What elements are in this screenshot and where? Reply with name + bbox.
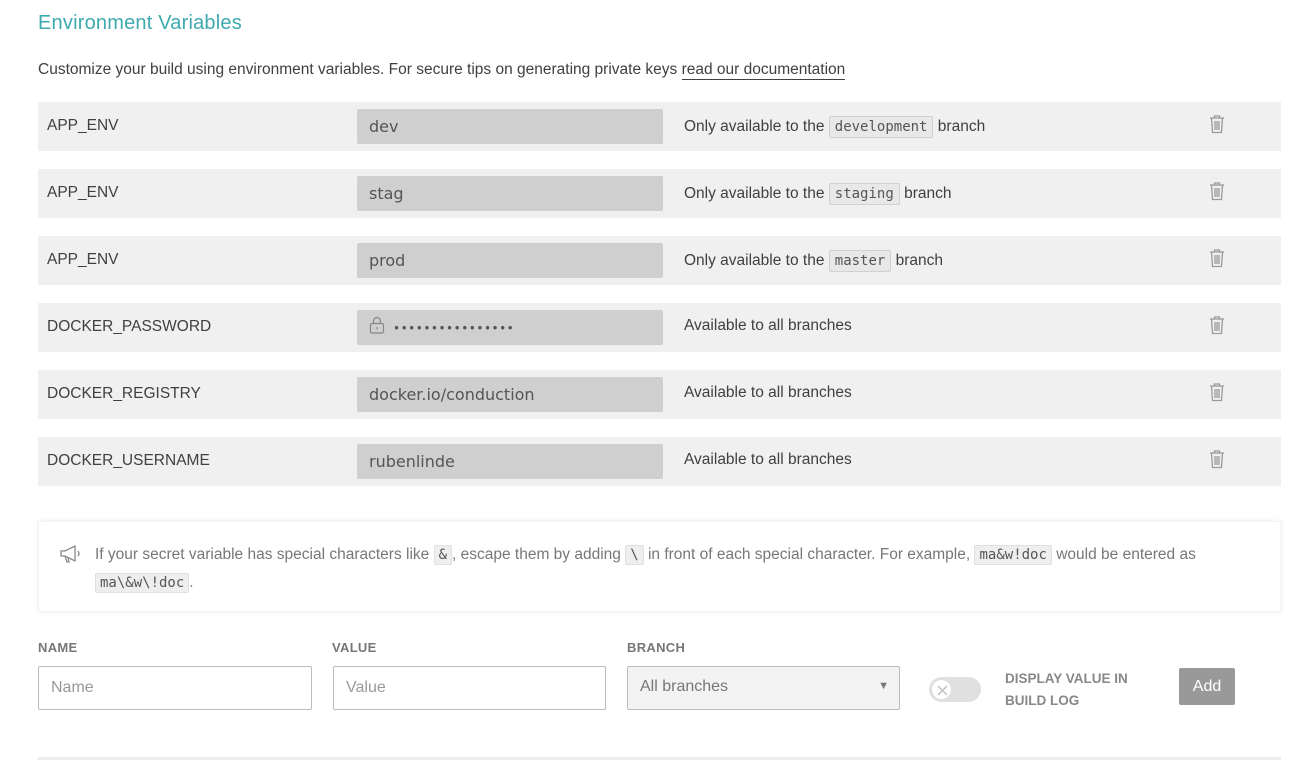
branch-select[interactable]: All branches ▼ — [627, 666, 900, 710]
variable-row: DOCKER_USERNAME rubenlinde Available to al… — [38, 437, 1281, 486]
availability-suffix: branch — [899, 185, 952, 202]
variable-value: rubenlinde — [357, 444, 663, 479]
variable-availability: Available to all branches — [684, 451, 852, 469]
availability-text: Only available to the — [684, 118, 829, 135]
variable-row: APP_ENV prod Only available to the master … — [38, 236, 1281, 285]
name-input[interactable] — [38, 666, 312, 710]
variables-list: APP_ENV dev Only available to the developm… — [38, 102, 1281, 504]
variable-name: APP_ENV — [47, 251, 119, 268]
availability-suffix: branch — [891, 252, 944, 269]
special-characters-notice: If your secret variable has special char… — [38, 521, 1281, 612]
availability-text: Available to all branches — [684, 384, 852, 401]
availability-text: Available to all branches — [684, 317, 852, 334]
branch-code: staging — [828, 183, 900, 205]
variable-value-text: docker.io/conduction — [369, 385, 535, 404]
display-value-label: DISPLAY VALUE IN BUILD LOG — [1005, 671, 1128, 708]
variable-availability: Only available to the master branch — [684, 250, 943, 272]
notice-text-part: , escape them by adding — [452, 546, 626, 563]
value-label: VALUE — [332, 640, 377, 655]
variable-name: DOCKER_PASSWORD — [47, 318, 212, 335]
variable-value-text: •••••••••••••••• — [393, 321, 515, 336]
variable-availability: Only available to the staging branch — [684, 183, 951, 205]
trash-icon[interactable] — [1209, 449, 1227, 469]
add-button[interactable]: Add — [1179, 668, 1235, 705]
availability-text: Only available to the — [684, 252, 829, 269]
variable-value: prod — [357, 243, 663, 278]
trash-icon[interactable] — [1209, 248, 1227, 268]
variable-row: APP_ENV stag Only available to the staging… — [38, 169, 1281, 218]
section-title: Environment Variables — [38, 12, 242, 34]
notice-text: If your secret variable has special char… — [95, 541, 1265, 597]
code-example-raw: ma&w!doc — [974, 545, 1052, 565]
variable-availability: Available to all branches — [684, 317, 852, 335]
variable-row: DOCKER_PASSWORD •••••••••••••••• Available… — [38, 303, 1281, 352]
variable-name: DOCKER_USERNAME — [47, 452, 210, 469]
chevron-down-icon: ▼ — [878, 680, 889, 692]
megaphone-icon — [59, 544, 83, 569]
variable-value-text: dev — [369, 117, 399, 136]
code-example-escaped: ma\&w\!doc — [95, 573, 190, 593]
divider — [38, 757, 1281, 760]
variable-value: docker.io/conduction — [357, 377, 663, 412]
availability-text: Only available to the — [684, 185, 829, 202]
branch-select-value: All branches — [640, 678, 729, 695]
branch-code: development — [828, 116, 934, 138]
variable-name: APP_ENV — [47, 117, 119, 134]
toggle-knob — [931, 679, 952, 700]
lock-icon — [369, 316, 385, 338]
branch-code: master — [828, 250, 892, 272]
variable-value-text: rubenlinde — [369, 452, 455, 471]
name-label: NAME — [38, 640, 78, 655]
intro-text-body: Customize your build using environment v… — [38, 61, 682, 78]
availability-suffix: branch — [933, 118, 986, 135]
variable-value: dev — [357, 109, 663, 144]
display-value-toggle[interactable] — [929, 677, 981, 702]
close-icon — [937, 685, 948, 696]
trash-icon[interactable] — [1209, 382, 1227, 402]
trash-icon[interactable] — [1209, 114, 1227, 134]
variable-name: APP_ENV — [47, 184, 119, 201]
variable-row: APP_ENV dev Only available to the developm… — [38, 102, 1281, 151]
documentation-link[interactable]: read our documentation — [681, 61, 846, 80]
notice-text-part: . — [189, 574, 194, 591]
code-backslash: \ — [625, 545, 644, 565]
variable-name: DOCKER_REGISTRY — [47, 385, 201, 402]
notice-text-part: would be entered as — [1051, 546, 1196, 563]
variable-value-text: stag — [369, 184, 404, 203]
variable-row: DOCKER_REGISTRY docker.io/conduction Avail… — [38, 370, 1281, 419]
branch-label: BRANCH — [627, 640, 686, 655]
availability-text: Available to all branches — [684, 451, 852, 468]
variable-availability: Available to all branches — [684, 384, 852, 402]
trash-icon[interactable] — [1209, 181, 1227, 201]
variable-value: stag — [357, 176, 663, 211]
value-input[interactable] — [333, 666, 606, 710]
intro-text: Customize your build using environment v… — [38, 61, 846, 80]
variable-availability: Only available to the development branch — [684, 116, 985, 138]
variable-value-text: prod — [369, 251, 406, 270]
variable-value: •••••••••••••••• — [357, 310, 663, 345]
code-ampersand: & — [433, 545, 453, 565]
notice-text-part: If your secret variable has special char… — [95, 546, 434, 563]
env-vars-panel: Environment Variables Customize your bui… — [0, 0, 1301, 778]
trash-icon[interactable] — [1209, 315, 1227, 335]
notice-text-part: in front of each special character. For … — [643, 546, 975, 563]
